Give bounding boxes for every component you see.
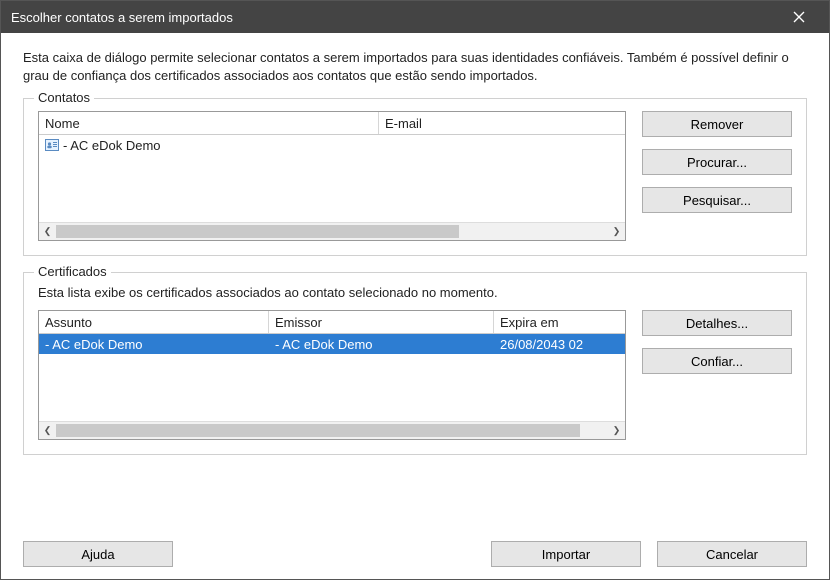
certificate-expires-cell: 26/08/2043 02 (494, 337, 625, 352)
certificates-rows: - AC eDok Demo - AC eDok Demo 26/08/2043… (39, 334, 625, 421)
scroll-track[interactable] (56, 223, 608, 240)
certificate-subject-cell: - AC eDok Demo (39, 337, 269, 352)
table-row[interactable]: - AC eDok Demo (39, 135, 625, 155)
contacts-rows: - AC eDok Demo (39, 135, 625, 222)
dialog-description: Esta caixa de diálogo permite selecionar… (23, 49, 807, 84)
certificates-buttons: Detalhes... Confiar... (642, 310, 792, 374)
import-button[interactable]: Importar (491, 541, 641, 567)
certificates-list[interactable]: Assunto Emissor Expira em - AC eDok Demo… (38, 310, 626, 440)
contacts-legend: Contatos (34, 90, 94, 105)
contacts-scrollbar[interactable]: ❮ ❯ (39, 222, 625, 240)
browse-button[interactable]: Procurar... (642, 149, 792, 175)
scroll-left-icon[interactable]: ❮ (39, 223, 56, 240)
dialog-window: Escolher contatos a serem importados Est… (0, 0, 830, 580)
bottom-buttons: Ajuda Importar Cancelar (23, 541, 807, 567)
certificates-scrollbar[interactable]: ❮ ❯ (39, 421, 625, 439)
certificates-legend: Certificados (34, 264, 111, 279)
scroll-track[interactable] (56, 422, 608, 439)
scroll-left-icon[interactable]: ❮ (39, 422, 56, 439)
contact-icon (45, 139, 59, 151)
remove-button[interactable]: Remover (642, 111, 792, 137)
certificates-col-issuer[interactable]: Emissor (269, 311, 494, 333)
cancel-button[interactable]: Cancelar (657, 541, 807, 567)
dialog-content: Esta caixa de diálogo permite selecionar… (1, 33, 829, 579)
trust-button[interactable]: Confiar... (642, 348, 792, 374)
scroll-thumb[interactable] (56, 424, 580, 437)
spacer (189, 541, 475, 567)
certificates-col-expires[interactable]: Expira em (494, 311, 625, 333)
contact-name-cell: - AC eDok Demo (39, 138, 379, 153)
certificates-group: Certificados Esta lista exibe os certifi… (23, 272, 807, 455)
contacts-header-row: Nome E-mail (39, 112, 625, 135)
details-button[interactable]: Detalhes... (642, 310, 792, 336)
titlebar: Escolher contatos a serem importados (1, 1, 829, 33)
search-button[interactable]: Pesquisar... (642, 187, 792, 213)
certificates-header-row: Assunto Emissor Expira em (39, 311, 625, 334)
certificate-issuer-cell: - AC eDok Demo (269, 337, 494, 352)
table-row[interactable]: - AC eDok Demo - AC eDok Demo 26/08/2043… (39, 334, 625, 354)
help-button[interactable]: Ajuda (23, 541, 173, 567)
certificates-col-subject[interactable]: Assunto (39, 311, 269, 333)
contacts-buttons: Remover Procurar... Pesquisar... (642, 111, 792, 213)
close-icon (793, 11, 805, 23)
scroll-right-icon[interactable]: ❯ (608, 422, 625, 439)
contact-name-text: - AC eDok Demo (63, 138, 161, 153)
close-button[interactable] (779, 2, 819, 32)
contacts-col-name[interactable]: Nome (39, 112, 379, 134)
scroll-right-icon[interactable]: ❯ (608, 223, 625, 240)
contacts-col-email[interactable]: E-mail (379, 112, 625, 134)
scroll-thumb[interactable] (56, 225, 459, 238)
contacts-group: Contatos Nome E-mail (23, 98, 807, 256)
window-title: Escolher contatos a serem importados (11, 10, 779, 25)
contacts-list[interactable]: Nome E-mail (38, 111, 626, 241)
certificates-intro: Esta lista exibe os certificados associa… (38, 285, 792, 300)
